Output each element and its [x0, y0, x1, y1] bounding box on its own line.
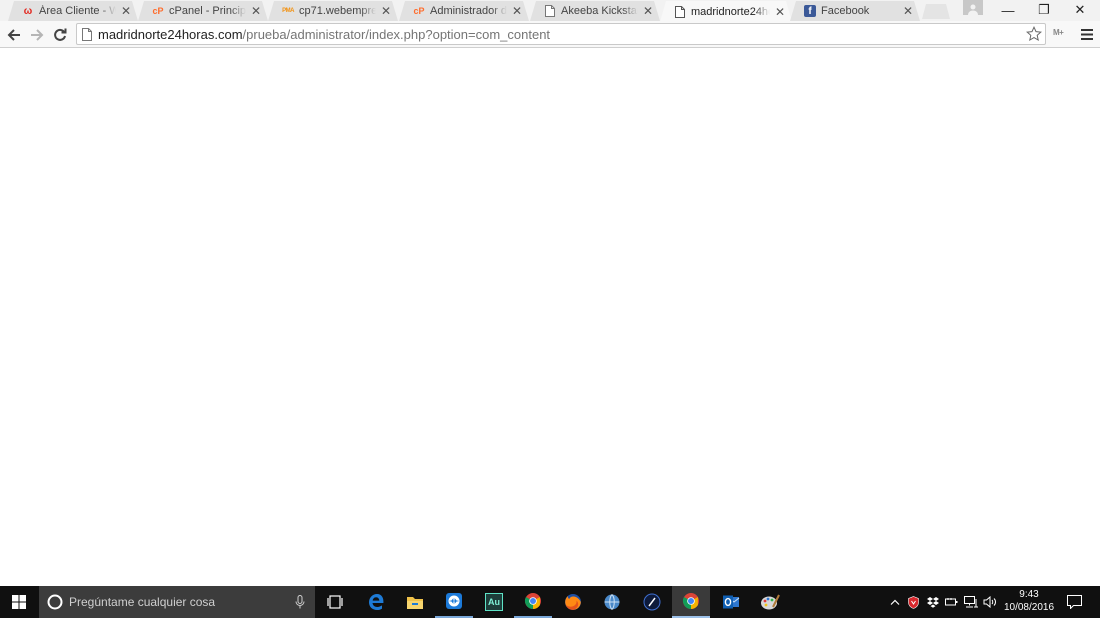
- chrome-menu-button[interactable]: [1078, 25, 1096, 43]
- address-bar[interactable]: madridnorte24horas.com/prueba/administra…: [76, 23, 1046, 45]
- tab-close-icon[interactable]: ✕: [902, 4, 914, 18]
- volume-icon[interactable]: [980, 586, 999, 618]
- tab-close-icon[interactable]: ✕: [120, 4, 132, 18]
- audition-label: Au: [485, 593, 503, 611]
- start-button[interactable]: [0, 586, 38, 618]
- tab-title: Administrador de a: [430, 5, 507, 17]
- chrome-icon[interactable]: [514, 586, 552, 618]
- close-window-button[interactable]: ✕: [1062, 0, 1098, 20]
- forward-button[interactable]: [26, 24, 48, 46]
- firefox-icon[interactable]: [554, 586, 592, 618]
- paint-palette-icon[interactable]: [751, 586, 789, 618]
- hamburger-menu-icon: [1081, 28, 1093, 40]
- reload-button[interactable]: [49, 24, 71, 46]
- tab-area-cliente[interactable]: ω Área Cliente - Webe ✕: [8, 1, 138, 21]
- address-url[interactable]: madridnorte24horas.com/prueba/administra…: [98, 27, 550, 42]
- dark-circle-app-icon[interactable]: [633, 586, 671, 618]
- extension-icon[interactable]: M+: [1053, 28, 1069, 42]
- chrome-icon-active[interactable]: [672, 586, 710, 618]
- teamviewer-icon[interactable]: [435, 586, 473, 618]
- phpmyadmin-icon: PMA: [282, 8, 294, 14]
- clock-time: 9:43: [1019, 589, 1039, 600]
- edge-icon[interactable]: [357, 586, 395, 618]
- browser-toolbar: madridnorte24horas.com/prueba/administra…: [0, 21, 1100, 48]
- dropbox-icon[interactable]: [923, 586, 942, 618]
- tab-cpanel-principal[interactable]: cP cPanel - Principal ✕: [138, 1, 268, 21]
- tab-facebook[interactable]: f Facebook ✕: [790, 1, 920, 21]
- tab-close-icon[interactable]: ✕: [642, 4, 654, 18]
- tab-title: Área Cliente - Webe: [39, 5, 116, 17]
- outlook-icon[interactable]: [712, 586, 750, 618]
- tab-close-icon[interactable]: ✕: [250, 4, 262, 18]
- tab-akeeba-kickstart[interactable]: Akeeba Kickstart Co ✕: [530, 1, 660, 21]
- cortana-icon: [47, 594, 63, 610]
- tab-close-icon[interactable]: ✕: [511, 4, 523, 18]
- cpanel-icon: cP: [152, 6, 164, 16]
- tab-title: Facebook: [821, 5, 870, 17]
- page-info-icon[interactable]: [82, 27, 92, 41]
- network-globe-icon[interactable]: [593, 586, 631, 618]
- windows-taskbar: Pregúntame cualquier cosa Au 9:43 10/08/…: [0, 586, 1100, 618]
- action-center-icon[interactable]: [1062, 586, 1086, 618]
- tab-phpmyadmin[interactable]: PMA cp71.webempresa.e ✕: [268, 1, 398, 21]
- chevron-up-icon[interactable]: [885, 586, 904, 618]
- bookmark-star-icon[interactable]: [1025, 25, 1043, 43]
- tab-title: Akeeba Kickstart Co: [561, 5, 637, 17]
- page-icon: [674, 6, 686, 18]
- cortana-search-box[interactable]: Pregúntame cualquier cosa: [39, 586, 315, 618]
- task-view-icon[interactable]: [316, 586, 354, 618]
- restore-button[interactable]: ❐: [1026, 0, 1062, 20]
- profile-button[interactable]: [963, 0, 983, 15]
- clock-date: 10/08/2016: [1003, 602, 1055, 613]
- reload-icon: [54, 28, 67, 41]
- power-plug-icon[interactable]: [942, 586, 961, 618]
- search-placeholder: Pregúntame cualquier cosa: [69, 595, 216, 609]
- file-explorer-icon[interactable]: [396, 586, 434, 618]
- audition-icon[interactable]: Au: [475, 586, 513, 618]
- microphone-icon[interactable]: [295, 595, 305, 609]
- tab-title: madridnorte24hora: [691, 5, 769, 18]
- tab-title: cp71.webempresa.e: [299, 5, 376, 17]
- page-content: [0, 48, 1100, 586]
- minimize-button[interactable]: —: [990, 0, 1026, 20]
- network-icon[interactable]: [961, 586, 980, 618]
- url-path: /prueba/administrator/index.php?option=c…: [242, 26, 551, 42]
- antivirus-shield-icon[interactable]: [904, 586, 923, 618]
- person-icon: [968, 4, 978, 15]
- tab-close-icon[interactable]: ✕: [380, 4, 392, 18]
- page-icon: [544, 5, 556, 17]
- url-host: madridnorte24horas.com: [98, 26, 243, 42]
- tab-administrador[interactable]: cP Administrador de a ✕: [399, 1, 529, 21]
- facebook-icon: f: [804, 5, 816, 17]
- back-arrow-icon: [7, 29, 20, 41]
- webempresa-icon: ω: [23, 5, 33, 17]
- forward-arrow-icon: [31, 29, 44, 41]
- tab-title: cPanel - Principal: [169, 5, 246, 17]
- windows-logo-icon: [12, 595, 26, 609]
- back-button[interactable]: [3, 24, 25, 46]
- tab-strip: ω Área Cliente - Webe ✕ cP cPanel - Prin…: [0, 0, 1100, 21]
- taskbar-clock[interactable]: 9:43 10/08/2016: [998, 588, 1060, 616]
- tab-close-icon[interactable]: ✕: [774, 5, 786, 19]
- cpanel-icon: cP: [413, 6, 425, 16]
- tab-madridnorte24horas[interactable]: madridnorte24hora ✕: [660, 1, 792, 22]
- new-tab-button[interactable]: [922, 4, 950, 19]
